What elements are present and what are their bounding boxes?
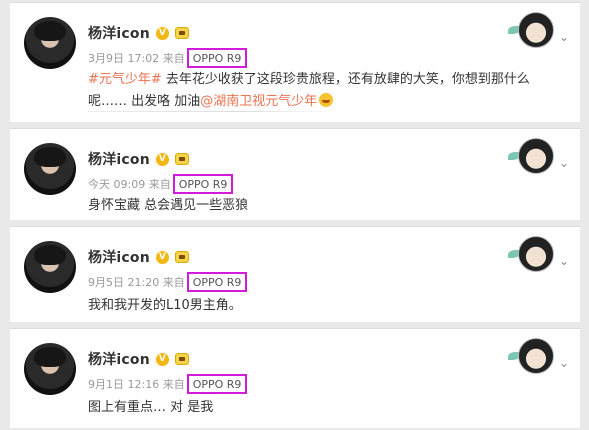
verified-badge-icon: V xyxy=(155,352,169,366)
card-decoration xyxy=(508,337,566,375)
member-crown-icon xyxy=(174,353,189,365)
post-meta: 9月1日 12:16 来自 OPPO R9 xyxy=(88,374,248,394)
post-source[interactable]: OPPO R9 xyxy=(186,48,248,68)
verified-badge-icon: V xyxy=(155,250,169,264)
post-time[interactable]: 9月5日 21:20 xyxy=(88,274,159,290)
post-card: 杨洋icon V 9月5日 21:20 来自 OPPO R9 我和我开发的L10男… xyxy=(10,226,580,322)
post-meta: 3月9日 17:02 来自 OPPO R9 xyxy=(88,48,248,68)
weibo-feed: 杨洋icon V 3月9日 17:02 来自 OPPO R9 #元气少年# 去年花… xyxy=(0,0,589,430)
divider xyxy=(88,111,338,112)
author-name[interactable]: 杨洋icon xyxy=(88,23,150,43)
member-crown-icon xyxy=(174,251,189,263)
post-meta: 今天 09:09 来自 OPPO R9 xyxy=(88,174,234,194)
post-via: 来自 xyxy=(162,52,185,65)
cartoon-avatar-icon xyxy=(518,338,554,374)
post-time[interactable]: 3月9日 17:02 xyxy=(88,50,159,66)
post-card: 杨洋icon V 3月9日 17:02 来自 OPPO R9 #元气少年# 去年花… xyxy=(10,2,580,122)
verified-badge-icon: V xyxy=(155,26,169,40)
post-via: 来自 xyxy=(162,276,185,289)
author-row: 杨洋icon V xyxy=(88,149,189,169)
post-card: 杨洋icon V 9月1日 12:16 来自 OPPO R9 图上有重点… 对 是… xyxy=(10,328,580,428)
avatar[interactable] xyxy=(24,143,76,195)
post-card: 杨洋icon V 今天 09:09 来自 OPPO R9 身怀宝藏 总会遇见一些恶… xyxy=(10,128,580,220)
cartoon-avatar-icon xyxy=(518,236,554,272)
author-row: 杨洋icon V xyxy=(88,349,189,369)
cartoon-avatar-icon xyxy=(518,12,554,48)
card-decoration xyxy=(508,235,566,273)
post-source[interactable]: OPPO R9 xyxy=(186,374,248,394)
post-time[interactable]: 今天 09:09 xyxy=(88,176,145,192)
chevron-down-icon[interactable]: ⌄ xyxy=(558,357,570,369)
laugh-emoji-icon xyxy=(319,93,334,107)
cartoon-avatar-icon xyxy=(518,138,554,174)
mention-link[interactable]: @湖南卫视元气少年 xyxy=(200,94,317,109)
member-crown-icon xyxy=(174,153,189,165)
post-source[interactable]: OPPO R9 xyxy=(186,272,248,292)
post-text: 去年花少收获了这段珍贵旅程，还有放肆的大笑，你想到那什么 xyxy=(161,72,530,87)
hashtag-link[interactable]: #元气少年# xyxy=(88,72,162,87)
post-text-line: #元气少年# 去年花少收获了这段珍贵旅程，还有放肆的大笑，你想到那什么 xyxy=(88,69,530,90)
author-name[interactable]: 杨洋icon xyxy=(88,349,150,369)
chevron-down-icon[interactable]: ⌄ xyxy=(558,255,570,267)
author-name[interactable]: 杨洋icon xyxy=(88,247,150,267)
post-text: 呢…… 出发咯 加油 xyxy=(88,94,201,109)
avatar[interactable] xyxy=(24,343,76,395)
post-text: 我和我开发的L10男主角。 xyxy=(88,298,242,313)
chevron-down-icon[interactable]: ⌄ xyxy=(558,157,570,169)
author-row: 杨洋icon V xyxy=(88,247,189,267)
post-via: 来自 xyxy=(162,378,185,391)
post-text: 身怀宝藏 总会遇见一些恶狼 xyxy=(88,198,249,213)
card-decoration xyxy=(508,11,566,49)
post-via: 来自 xyxy=(148,178,171,191)
post-text-line: 呢…… 出发咯 加油@湖南卫视元气少年 xyxy=(88,91,334,112)
avatar[interactable] xyxy=(24,241,76,293)
card-decoration xyxy=(508,137,566,175)
chevron-down-icon[interactable]: ⌄ xyxy=(558,31,570,43)
author-row: 杨洋icon V xyxy=(88,23,189,43)
verified-badge-icon: V xyxy=(155,152,169,166)
avatar[interactable] xyxy=(24,17,76,69)
post-text: 图上有重点… 对 是我 xyxy=(88,400,214,415)
post-time[interactable]: 9月1日 12:16 xyxy=(88,376,159,392)
author-name[interactable]: 杨洋icon xyxy=(88,149,150,169)
member-crown-icon xyxy=(174,27,189,39)
post-meta: 9月5日 21:20 来自 OPPO R9 xyxy=(88,272,248,292)
post-source[interactable]: OPPO R9 xyxy=(172,174,234,194)
